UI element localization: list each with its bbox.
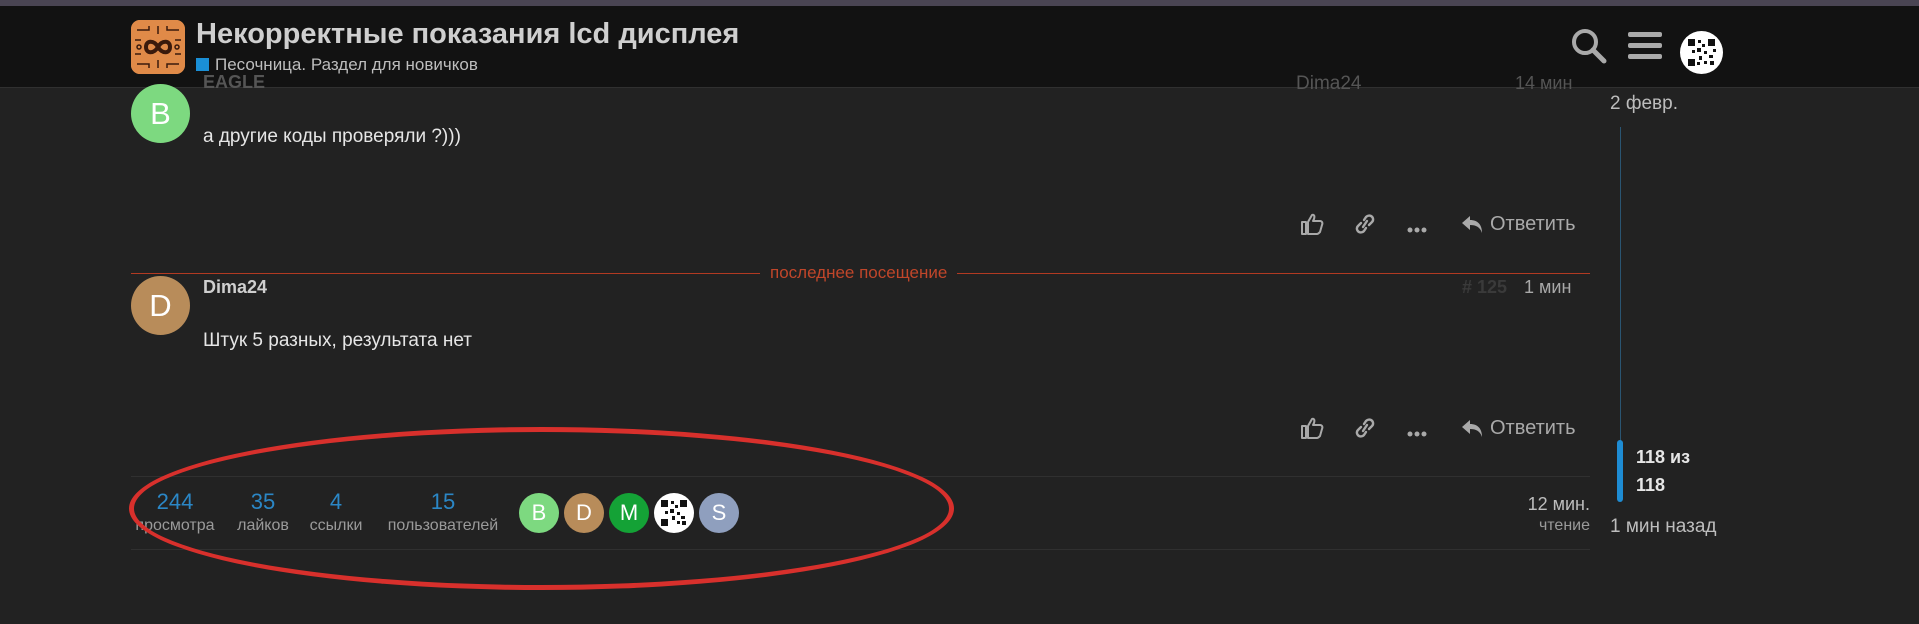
annotation-ellipse [129,427,954,590]
read-time: 12 мин. [1527,494,1590,514]
post-time[interactable]: 1 мин [1524,277,1571,298]
timeline-position-line1: 118 из [1636,447,1691,467]
user-avatar[interactable] [1680,31,1723,74]
post-number[interactable]: # 125 [1462,277,1507,298]
timeline-scroll-handle[interactable] [1617,440,1623,502]
post-author-avatar[interactable]: D [131,276,190,335]
post-author-name[interactable]: Dima24 [203,277,267,298]
site-logo[interactable] [131,20,185,74]
reply-icon[interactable] [1460,417,1484,444]
more-icon[interactable] [1407,220,1427,238]
category-color-badge [196,58,209,71]
search-icon[interactable] [1570,27,1608,70]
post-text: Штук 5 разных, результата нет [203,330,473,351]
like-icon[interactable] [1300,417,1324,444]
last-visit-label: последнее посещение [760,263,958,283]
timeline-track[interactable] [1620,127,1621,447]
timeline-start-date[interactable]: 2 февр. [1610,93,1678,115]
timeline-position-line2: 118 [1636,475,1666,495]
timeline-position: 118 из 118 [1636,443,1690,499]
post-author-avatar[interactable]: B [131,84,190,143]
post-text: а другие коды проверяли ?))) [203,126,461,147]
topic-title[interactable]: Некорректные показания lcd дисплея [196,18,739,51]
like-icon[interactable] [1300,213,1324,240]
site-header: Некорректные показания lcd дисплея Песоч… [0,6,1919,88]
link-icon[interactable] [1353,418,1377,443]
reply-button[interactable]: Ответить [1490,417,1576,440]
read-time-label: чтение [1538,517,1590,534]
more-icon[interactable] [1407,424,1427,442]
reply-button[interactable]: Ответить [1490,213,1576,236]
link-icon[interactable] [1353,214,1377,239]
timeline-last-activity[interactable]: 1 мин назад [1610,516,1717,538]
reply-to-name[interactable]: Dima24 [1296,73,1361,95]
post-time[interactable]: 14 мин [1515,73,1572,94]
post-author-name[interactable]: EAGLE [203,72,265,93]
hamburger-menu-icon[interactable] [1628,30,1662,67]
reply-icon[interactable] [1460,213,1484,240]
